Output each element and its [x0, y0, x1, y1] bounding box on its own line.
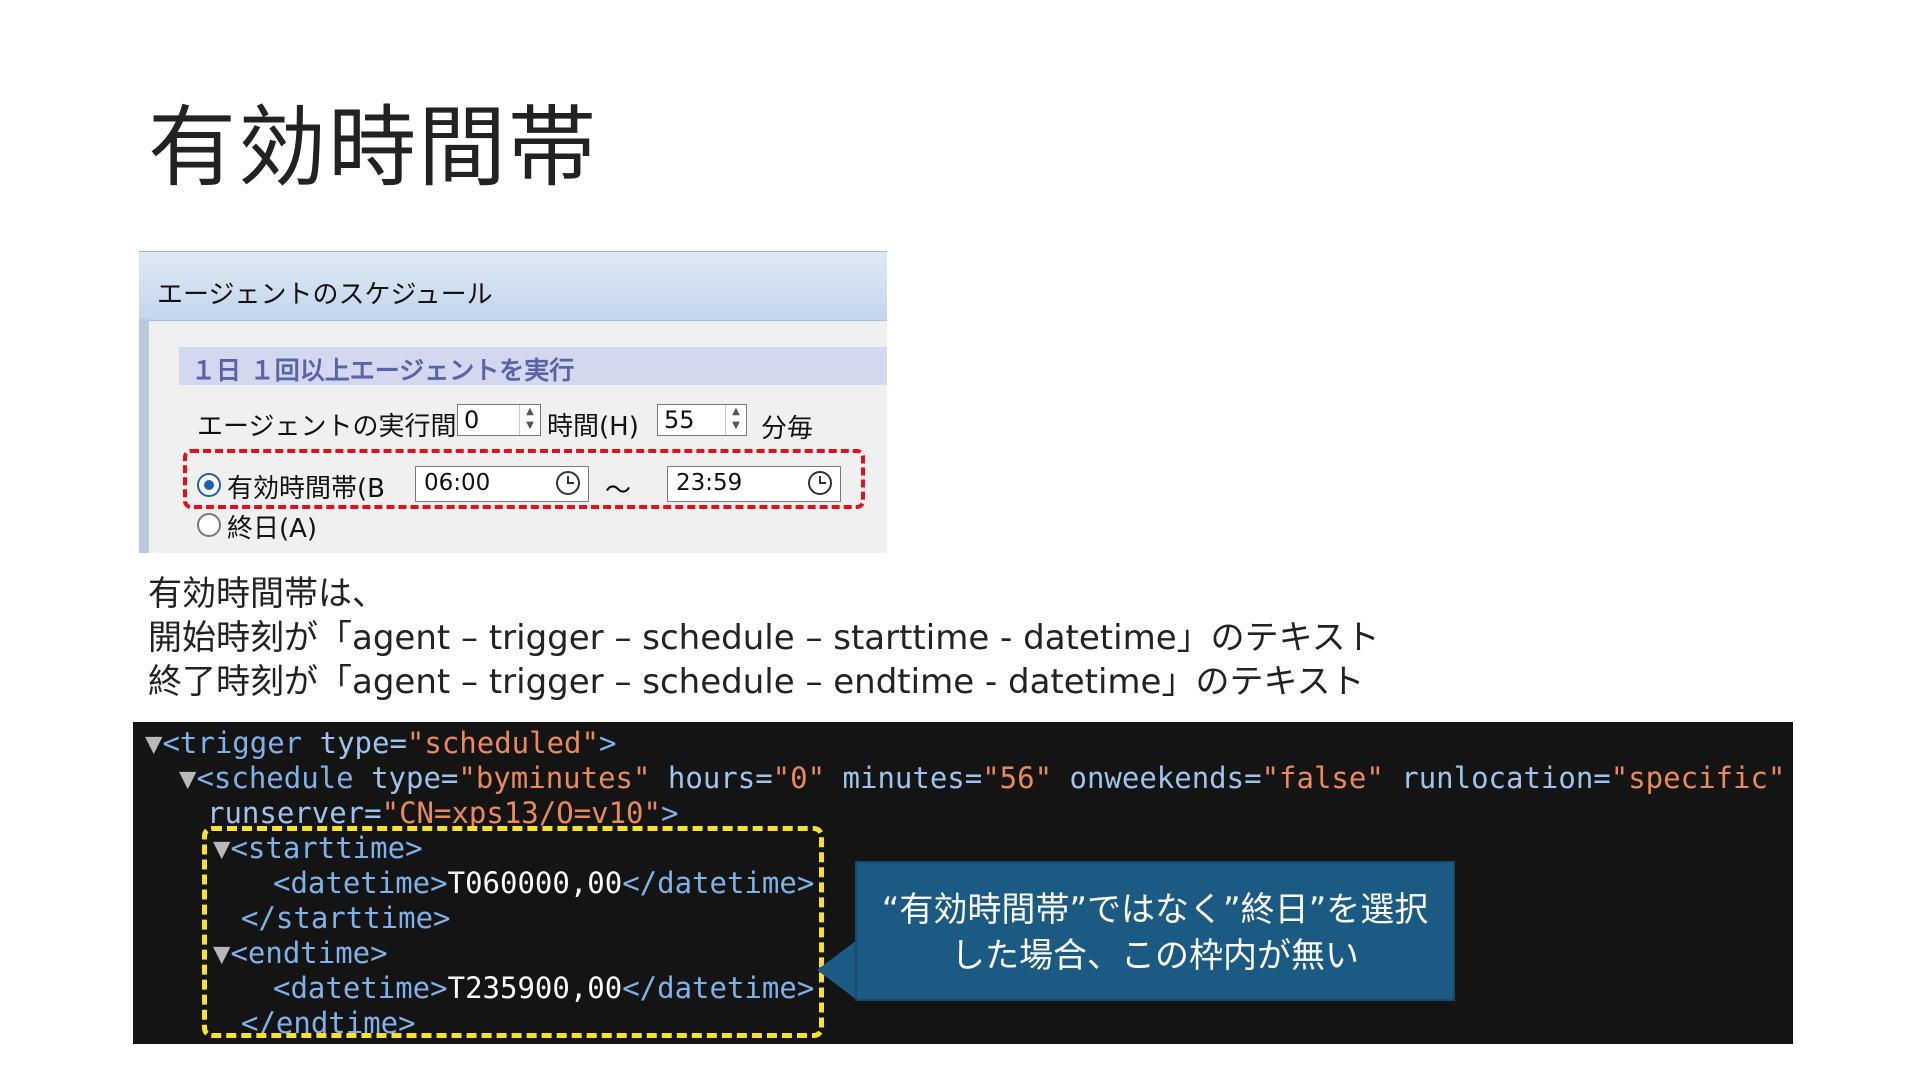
schedule-section-bar: １日 １回以上エージェントを実行 [179, 347, 887, 385]
all-day-radio[interactable] [197, 513, 221, 537]
minutes-value: 55 [664, 406, 695, 434]
all-day-label: 終日(A) [227, 514, 318, 544]
callout-text: “有効時間帯”ではなく”終日”を選択 した場合、この枠内が無い [857, 887, 1453, 979]
dialog-header: エージェントのスケジュール [139, 251, 887, 321]
code-token: <trigger [162, 726, 320, 760]
dialog-header-title: エージェントのスケジュール [157, 280, 493, 310]
code-token: > [660, 796, 679, 830]
code-token: <schedule [196, 761, 372, 795]
datetime-block-highlight [202, 826, 824, 1038]
interval-label: エージェントの実行間 [197, 412, 457, 442]
callout-box: “有効時間帯”ではなく”終日”を選択 した場合、この枠内が無い [855, 861, 1455, 1001]
code-token: onweekends= [1052, 761, 1262, 795]
hours-value: 0 [464, 406, 480, 434]
description: 有効時間帯は、 開始時刻が「agent – trigger – schedule… [148, 572, 1380, 704]
valid-period-highlight [183, 449, 865, 509]
minutes-unit-label: 分毎 [761, 414, 814, 444]
minutes-stepper[interactable]: 55 ▲ ▼ [657, 404, 747, 436]
code-token: "scheduled" [406, 726, 599, 760]
description-line-1: 有効時間帯は、 [148, 574, 386, 614]
code-line-trigger: ▼<trigger type="scheduled"> [145, 726, 616, 761]
hours-stepper[interactable]: 0 ▲ ▼ [457, 404, 541, 436]
code-token: minutes= [825, 761, 983, 795]
hours-unit-label: 時間(H) [547, 412, 639, 442]
code-line-schedule: ▼<schedule type="byminutes" hours="0" mi… [179, 761, 1785, 796]
code-token: "byminutes" [458, 761, 651, 795]
slide-title: 有効時間帯 [148, 96, 599, 199]
callout-line-1: “有効時間帯”ではなく”終日”を選択 [881, 890, 1429, 930]
code-token: "CN=xps13/O=v10" [381, 796, 661, 830]
code-token: hours= [650, 761, 773, 795]
code-token: > [598, 726, 617, 760]
code-token: "56" [982, 761, 1053, 795]
code-token: type= [371, 761, 459, 795]
code-token: "specific" [1610, 761, 1786, 795]
callout-pointer [817, 940, 857, 1000]
callout-line-2: した場合、この枠内が無い [951, 936, 1359, 976]
schedule-section-title: １日 １回以上エージェントを実行 [191, 356, 575, 385]
code-token: "false" [1261, 761, 1384, 795]
description-line-2: 開始時刻が「agent – trigger – schedule – start… [148, 618, 1380, 658]
description-line-3: 終了時刻が「agent – trigger – schedule – endti… [148, 662, 1365, 702]
dialog-left-strip [139, 319, 149, 553]
minutes-stepper-arrows[interactable]: ▲ ▼ [725, 405, 746, 435]
expand-triangle-icon[interactable]: ▼ [145, 726, 162, 760]
code-token: runserver= [207, 796, 382, 830]
code-token: "0" [772, 761, 826, 795]
hours-stepper-arrows[interactable]: ▲ ▼ [519, 405, 540, 435]
code-token: type= [319, 726, 407, 760]
expand-triangle-icon[interactable]: ▼ [179, 761, 196, 795]
code-token: runlocation= [1383, 761, 1611, 795]
